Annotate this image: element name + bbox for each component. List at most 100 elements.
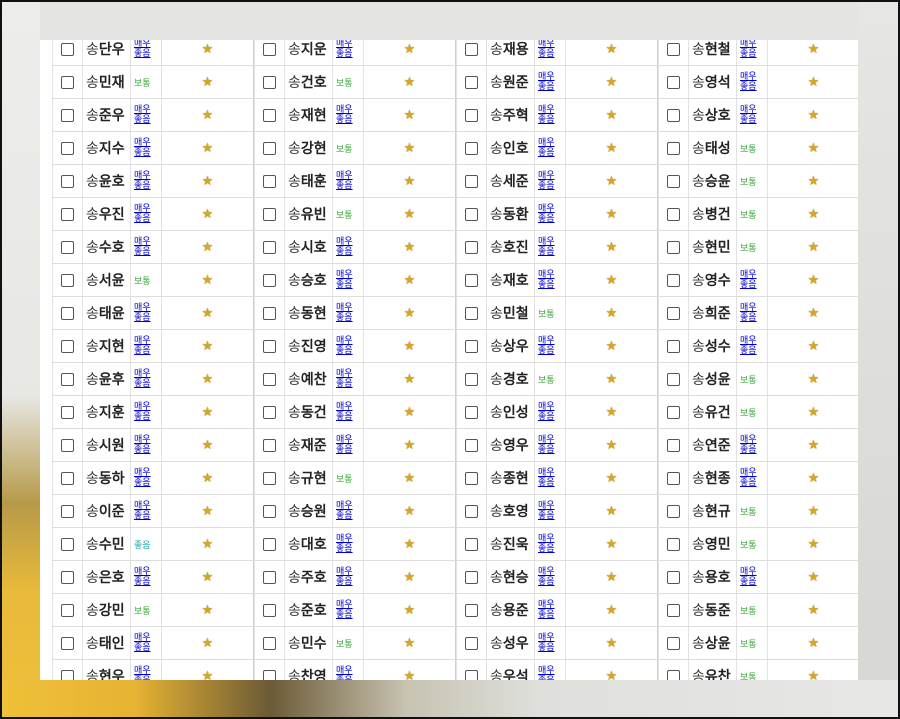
star-icon[interactable]: ★	[404, 42, 416, 57]
given-name[interactable]: 인성	[503, 402, 529, 422]
checkbox[interactable]	[667, 471, 680, 485]
given-name[interactable]: 지훈	[99, 402, 125, 422]
given-name[interactable]: 연준	[705, 435, 731, 455]
rating-very-good[interactable]: 매우좋음	[538, 501, 555, 521]
given-name[interactable]: 민철	[503, 303, 529, 323]
star-icon[interactable]: ★	[808, 504, 820, 519]
checkbox[interactable]	[465, 669, 478, 680]
given-name[interactable]: 이준	[99, 501, 125, 521]
star-icon[interactable]: ★	[404, 405, 416, 420]
star-icon[interactable]: ★	[606, 471, 618, 486]
checkbox[interactable]	[667, 669, 680, 680]
star-icon[interactable]: ★	[808, 438, 820, 453]
star-icon[interactable]: ★	[606, 669, 618, 681]
rating-very-good[interactable]: 매우좋음	[538, 336, 555, 356]
given-name[interactable]: 용호	[705, 567, 731, 587]
given-name[interactable]: 강현	[301, 138, 327, 158]
given-name[interactable]: 건호	[301, 72, 327, 92]
star-icon[interactable]: ★	[404, 603, 416, 618]
star-icon[interactable]: ★	[606, 306, 618, 321]
checkbox[interactable]	[465, 174, 478, 188]
rating-very-good[interactable]: 매우좋음	[740, 40, 757, 59]
given-name[interactable]: 유빈	[301, 204, 327, 224]
given-name[interactable]: 강민	[99, 600, 125, 620]
checkbox[interactable]	[667, 108, 680, 122]
given-name[interactable]: 승호	[301, 270, 327, 290]
given-name[interactable]: 동하	[99, 468, 125, 488]
checkbox[interactable]	[263, 306, 276, 320]
checkbox[interactable]	[61, 174, 74, 188]
star-icon[interactable]: ★	[202, 108, 214, 123]
checkbox[interactable]	[263, 339, 276, 353]
given-name[interactable]: 경호	[503, 369, 529, 389]
rating-very-good[interactable]: 매우좋음	[336, 40, 353, 59]
checkbox[interactable]	[465, 108, 478, 122]
checkbox[interactable]	[61, 636, 74, 650]
checkbox[interactable]	[263, 636, 276, 650]
rating-very-good[interactable]: 매우좋음	[538, 468, 555, 488]
star-icon[interactable]: ★	[606, 504, 618, 519]
star-icon[interactable]: ★	[404, 636, 416, 651]
given-name[interactable]: 병건	[705, 204, 731, 224]
given-name[interactable]: 영우	[503, 435, 529, 455]
given-name[interactable]: 민재	[99, 72, 125, 92]
checkbox[interactable]	[667, 339, 680, 353]
star-icon[interactable]: ★	[404, 273, 416, 288]
star-icon[interactable]: ★	[404, 75, 416, 90]
checkbox[interactable]	[263, 570, 276, 584]
given-name[interactable]: 현철	[705, 40, 731, 59]
rating-very-good[interactable]: 매우좋음	[134, 303, 151, 323]
star-icon[interactable]: ★	[202, 603, 214, 618]
checkbox[interactable]	[465, 42, 478, 56]
checkbox[interactable]	[61, 504, 74, 518]
rating-very-good[interactable]: 매우좋음	[740, 72, 757, 92]
star-icon[interactable]: ★	[202, 273, 214, 288]
star-icon[interactable]: ★	[202, 141, 214, 156]
checkbox[interactable]	[667, 273, 680, 287]
rating-very-good[interactable]: 매우좋음	[134, 402, 151, 422]
rating-very-good[interactable]: 매우좋음	[740, 468, 757, 488]
rating-very-good[interactable]: 매우좋음	[336, 534, 353, 554]
rating-very-good[interactable]: 매우좋음	[336, 435, 353, 455]
checkbox[interactable]	[667, 240, 680, 254]
star-icon[interactable]: ★	[404, 537, 416, 552]
given-name[interactable]: 은호	[99, 567, 125, 587]
checkbox[interactable]	[61, 570, 74, 584]
checkbox[interactable]	[667, 438, 680, 452]
checkbox[interactable]	[667, 75, 680, 89]
checkbox[interactable]	[61, 405, 74, 419]
rating-very-good[interactable]: 매우좋음	[538, 600, 555, 620]
star-icon[interactable]: ★	[808, 75, 820, 90]
checkbox[interactable]	[61, 42, 74, 56]
checkbox[interactable]	[465, 372, 478, 386]
given-name[interactable]: 민수	[301, 633, 327, 653]
checkbox[interactable]	[61, 471, 74, 485]
star-icon[interactable]: ★	[606, 108, 618, 123]
rating-very-good[interactable]: 매우좋음	[336, 501, 353, 521]
star-icon[interactable]: ★	[606, 636, 618, 651]
star-icon[interactable]: ★	[808, 306, 820, 321]
star-icon[interactable]: ★	[202, 669, 214, 681]
checkbox[interactable]	[61, 108, 74, 122]
checkbox[interactable]	[263, 240, 276, 254]
checkbox[interactable]	[465, 207, 478, 221]
given-name[interactable]: 태윤	[99, 303, 125, 323]
given-name[interactable]: 인호	[503, 138, 529, 158]
star-icon[interactable]: ★	[202, 636, 214, 651]
given-name[interactable]: 수호	[99, 237, 125, 257]
rating-very-good[interactable]: 매우좋음	[134, 105, 151, 125]
star-icon[interactable]: ★	[404, 207, 416, 222]
rating-very-good[interactable]: 매우좋음	[336, 336, 353, 356]
checkbox[interactable]	[667, 207, 680, 221]
rating-very-good[interactable]: 매우좋음	[336, 270, 353, 290]
star-icon[interactable]: ★	[606, 339, 618, 354]
star-icon[interactable]: ★	[202, 405, 214, 420]
checkbox[interactable]	[263, 42, 276, 56]
given-name[interactable]: 재준	[301, 435, 327, 455]
given-name[interactable]: 영민	[705, 534, 731, 554]
given-name[interactable]: 세준	[503, 171, 529, 191]
given-name[interactable]: 우진	[99, 204, 125, 224]
checkbox[interactable]	[263, 537, 276, 551]
given-name[interactable]: 승원	[301, 501, 327, 521]
rating-very-good[interactable]: 매우좋음	[134, 40, 151, 59]
